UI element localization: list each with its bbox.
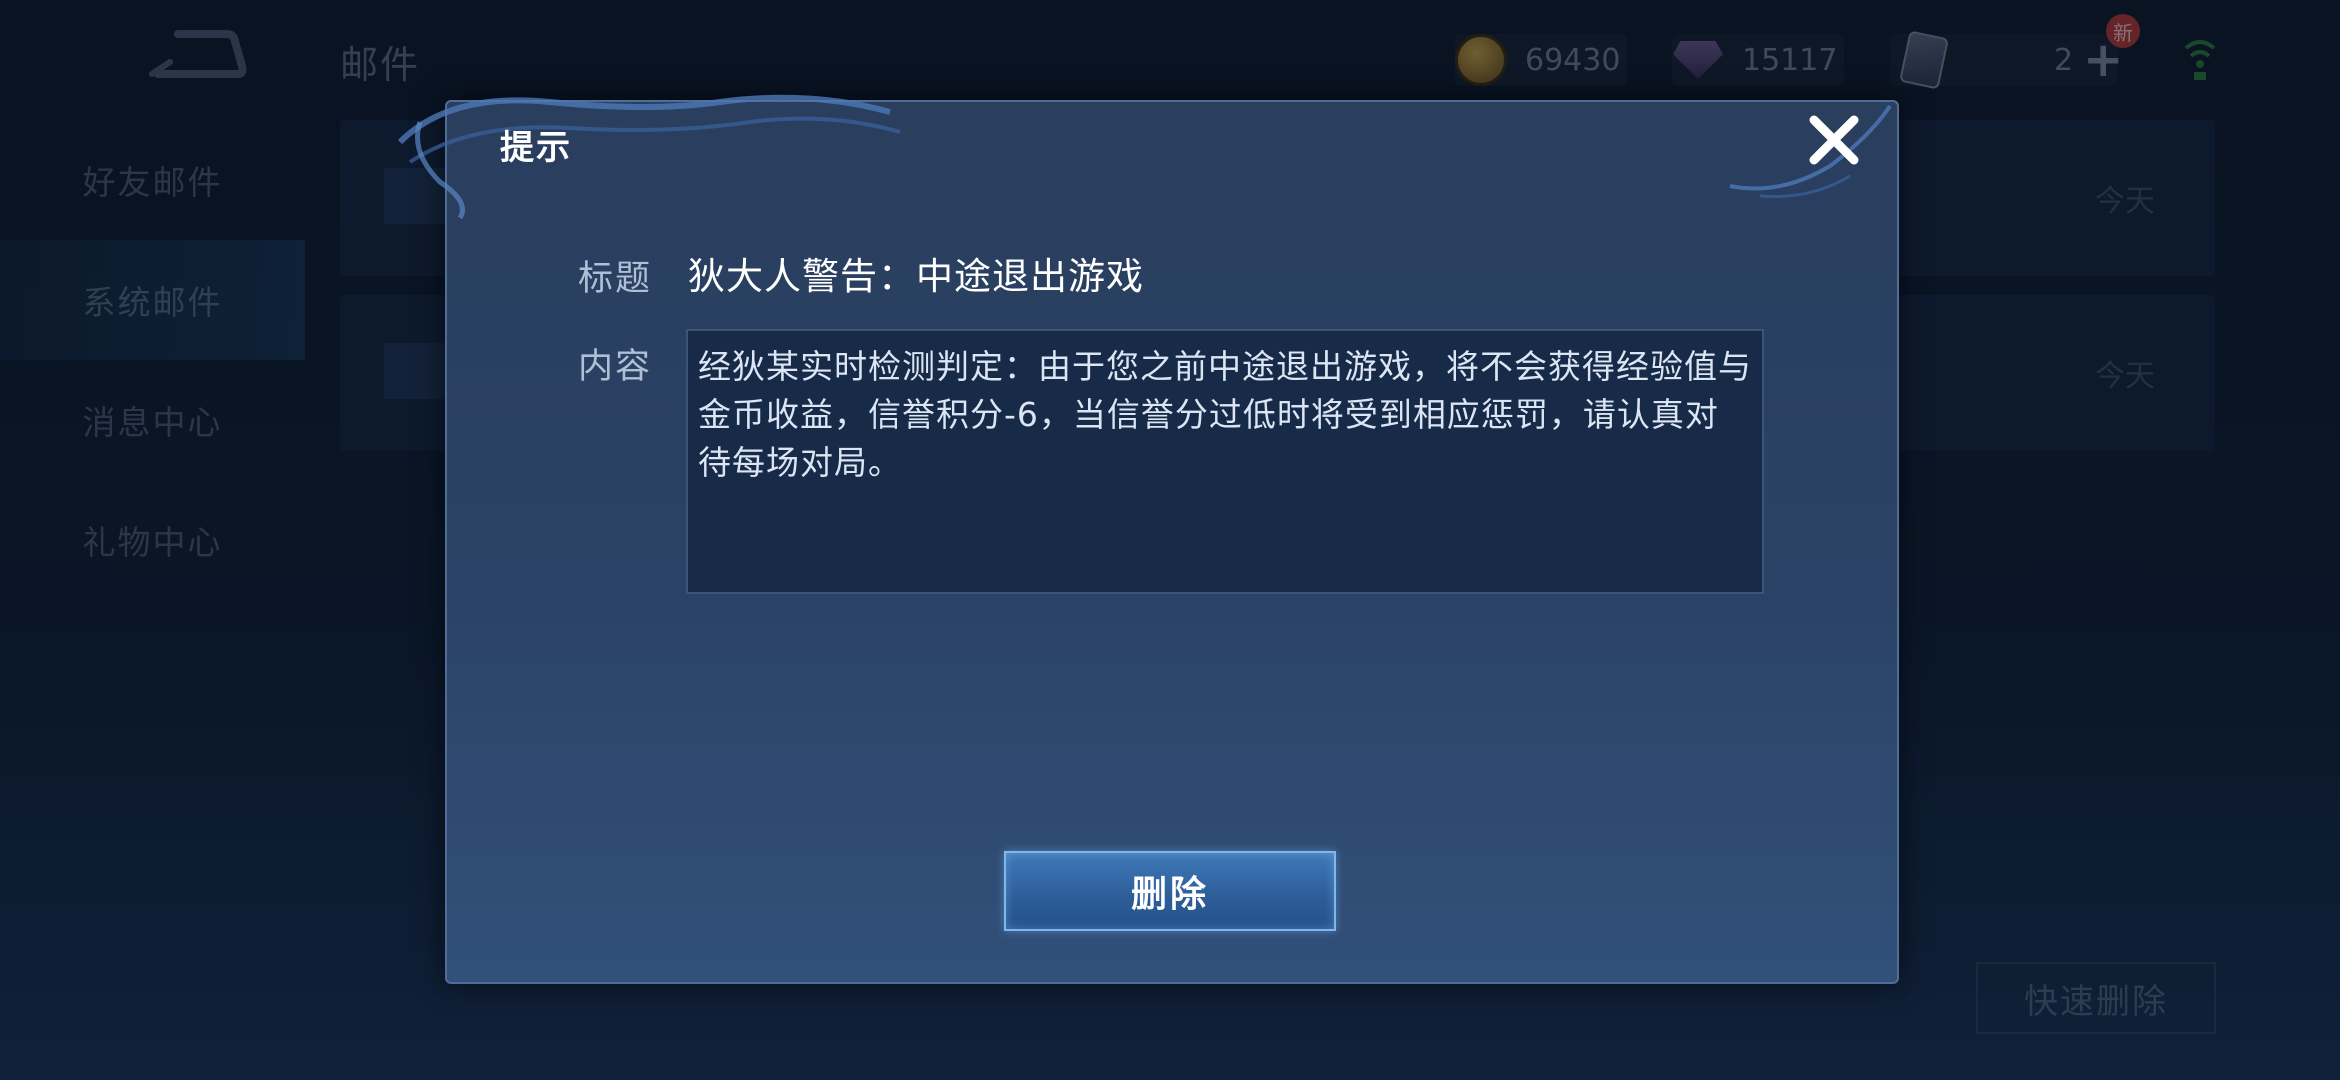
content-label: 内容 <box>578 347 653 387</box>
close-button[interactable] <box>1804 110 1864 170</box>
decorative-swirl-icon <box>397 94 901 220</box>
delete-button[interactable]: 删除 <box>1004 851 1336 931</box>
close-icon <box>1809 115 1859 165</box>
mail-subject: 狄大人警告：中途退出游戏 <box>688 255 1144 298</box>
dialog-title: 提示 <box>500 128 572 168</box>
subject-label: 标题 <box>578 259 653 299</box>
mail-content: 经狄某实时检测判定：由于您之前中途退出游戏，将不会获得经验值与金币收益，信誉积分… <box>686 329 1764 594</box>
